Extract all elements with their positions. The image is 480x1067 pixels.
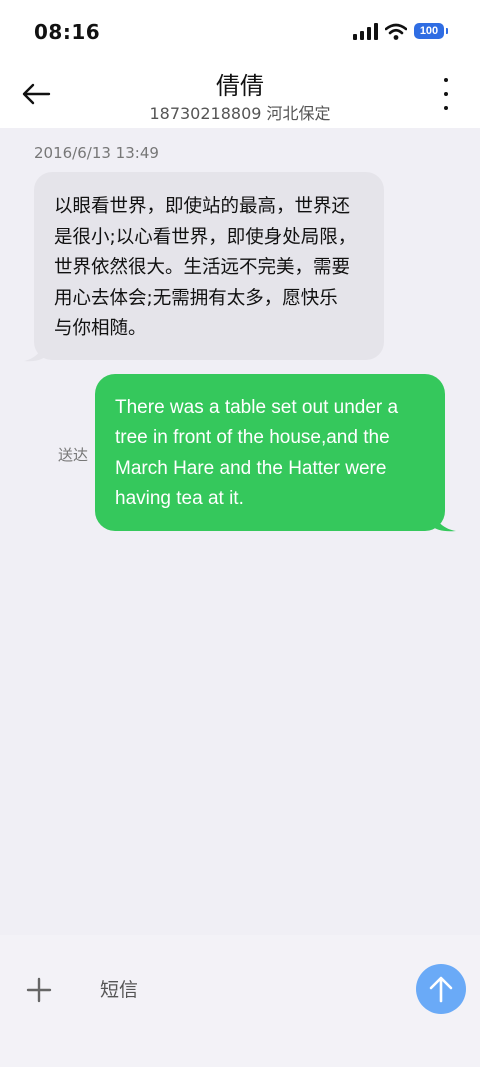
- wifi-icon: [385, 23, 407, 40]
- message-line: 以眼看世界，即使站的最高，世界还: [54, 196, 351, 217]
- incoming-message-bubble[interactable]: 以眼看世界，即使站的最高，世界还 是很小;以心看世界，即使身处局限， 世界依然很…: [34, 172, 384, 360]
- add-attachment-button[interactable]: [24, 975, 54, 1005]
- message-line: 用心去体会;无需拥有太多，愿快乐: [54, 287, 338, 309]
- message-line: There was a table set out under a: [115, 397, 399, 418]
- message-line: 与你相随。: [54, 318, 147, 339]
- status-icons: 100: [353, 22, 448, 40]
- contact-subtitle: 18730218809 河北保定: [149, 104, 331, 123]
- message-line: March Hare and the Hatter were: [115, 457, 387, 479]
- message-timestamp: 2016/6/13 13:49: [34, 144, 159, 162]
- contact-name: 倩倩: [216, 72, 264, 100]
- outgoing-message-bubble[interactable]: There was a table set out under a tree i…: [95, 374, 445, 531]
- arrow-up-icon: [429, 976, 453, 1003]
- message-composer: 短信: [0, 935, 480, 1067]
- message-line: having tea at it.: [115, 487, 244, 509]
- signal-icon: [353, 22, 378, 40]
- message-input[interactable]: 短信: [100, 975, 138, 1002]
- send-button[interactable]: [416, 964, 466, 1014]
- conversation-header: 倩倩 18730218809 河北保定: [0, 62, 480, 128]
- plus-icon: [26, 977, 52, 1003]
- status-time: 08:16: [34, 20, 101, 44]
- more-options-button[interactable]: [442, 78, 450, 110]
- more-vertical-icon: [444, 78, 448, 82]
- delivery-status: 送达: [58, 446, 89, 464]
- message-line: 世界依然很大。生活远不完美，需要: [54, 257, 351, 278]
- status-bar: 08:16 100: [0, 0, 480, 62]
- message-line: 是很小;以心看世界，即使身处局限，: [54, 226, 357, 248]
- battery-icon: 100: [414, 23, 448, 39]
- message-line: tree in front of the house,and the: [115, 427, 390, 449]
